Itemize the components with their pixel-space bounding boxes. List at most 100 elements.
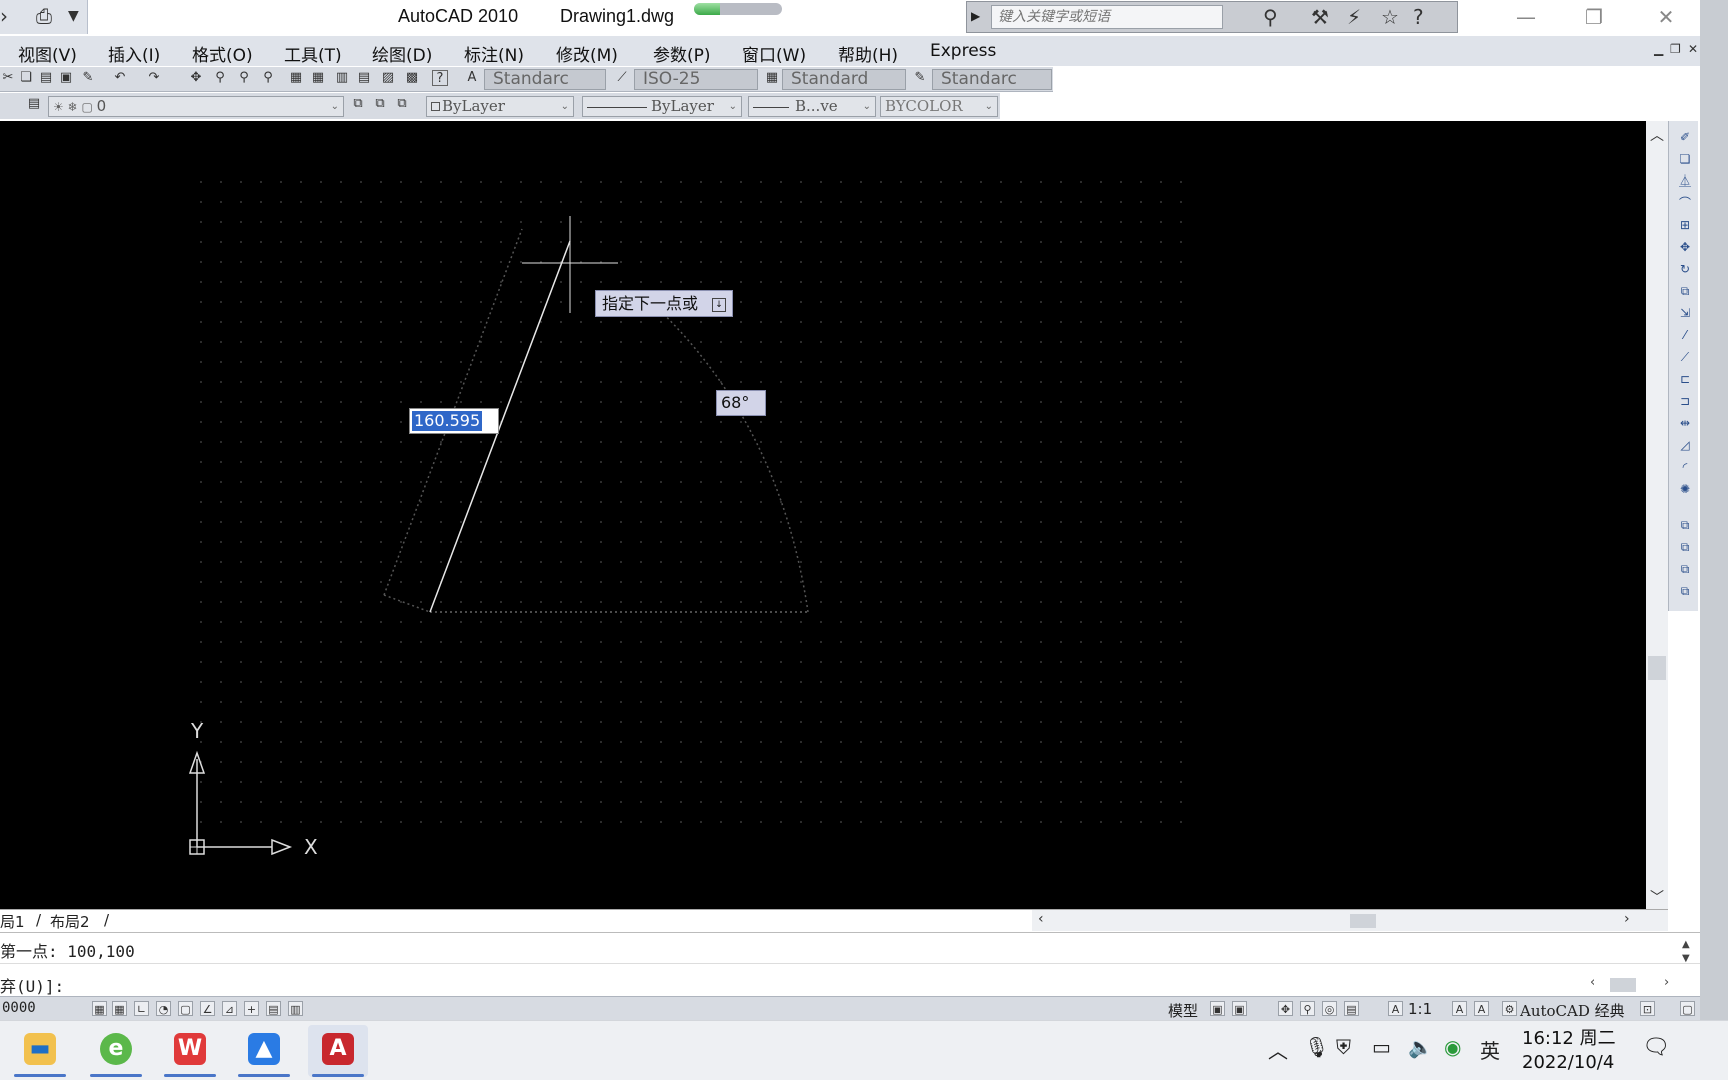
annotation-scale-icon[interactable]: A [1388,1001,1403,1016]
expand-arrow-icon[interactable]: ▶ [971,9,980,23]
input-language[interactable]: 英 [1480,1035,1500,1064]
taskbar-browser[interactable]: e [86,1025,146,1077]
break-at-point-icon[interactable]: ⊏ [1677,371,1693,387]
dropdown-arrow-icon[interactable]: ▼ [68,8,79,24]
redo-icon[interactable]: ↷ [146,70,162,86]
workspace-label[interactable]: AutoCAD 经典 [1520,1000,1625,1021]
tool-palettes-icon[interactable]: ▥ [334,70,350,86]
polar-tracking-icon[interactable]: ◔ [156,1001,171,1016]
quick-properties-icon[interactable]: ▥ [288,1001,303,1016]
command-window[interactable]: 第一点: 100,100 弃(U)]: ▲ ▼ ‹ › [0,932,1700,996]
taskbar-file-explorer[interactable]: ▬ [10,1025,70,1077]
vertical-scroll-thumb[interactable] [1648,656,1666,680]
layer-previous-icon[interactable]: ⧉ [372,96,388,112]
chamfer-icon[interactable]: ◿ [1677,437,1693,453]
text-style-select[interactable]: Standarc [484,69,606,90]
mdi-close-icon[interactable]: ✕ [1688,42,1698,56]
menu-dimension[interactable]: 标注(N) [464,41,524,66]
microphone-icon[interactable]: 🎙 [1304,1035,1329,1059]
menu-insert[interactable]: 插入(I) [108,41,160,66]
minimize-button[interactable]: — [1494,2,1558,32]
copy-base-icon[interactable]: ▣ [58,70,74,86]
table-style-icon[interactable]: ▦ [764,70,780,86]
paste-icon[interactable]: ▤ [38,70,54,86]
match-properties-icon[interactable]: ✎ [80,70,96,86]
redo-arrow-icon[interactable]: › [0,4,8,28]
scroll-left-icon[interactable]: ‹ [1038,911,1044,927]
menu-window[interactable]: 窗口(W) [742,41,806,66]
copy-icon[interactable]: ❏ [18,70,34,86]
help-icon[interactable]: ? [1413,5,1424,29]
notification-center-icon[interactable]: 🗨 [1642,1035,1670,1060]
sheet-set-icon[interactable]: ▤ [356,70,372,86]
scroll-down-icon[interactable]: ▼ [1682,953,1690,964]
workspace-gear-icon[interactable]: ⚙ [1502,1001,1517,1016]
design-center-icon[interactable]: ▦ [310,70,326,86]
properties-icon[interactable]: ▦ [288,70,304,86]
mdi-restore-icon[interactable]: ❐ [1670,42,1681,56]
rotate-icon[interactable]: ↻ [1677,261,1693,277]
join-icon[interactable]: ⇹ [1677,415,1693,431]
lineweight-select[interactable]: B...ve ⌄ [748,96,876,117]
extend-icon[interactable]: ⟋ [1677,349,1693,365]
dim-style-icon[interactable]: ⟋ [614,70,630,86]
steering-wheel-icon[interactable]: ◎ [1322,1001,1337,1016]
scroll-up-icon[interactable]: ▲ [1682,939,1690,950]
object-snap-icon[interactable]: ▢ [178,1001,193,1016]
drawing-canvas[interactable]: Y X 指定下一点或 ↓ 160.595 68° [0,121,1646,909]
command-vertical-scroll[interactable]: ▲ ▼ [1676,933,1700,997]
explode-icon[interactable]: ✺ [1677,481,1693,497]
trim-icon[interactable]: ⁄ [1677,327,1693,343]
break-icon[interactable]: ⊐ [1677,393,1693,409]
vertical-scrollbar[interactable]: ︿ ﹀ [1646,121,1668,909]
scroll-left-icon[interactable]: ‹ [1590,975,1595,990]
linetype-select[interactable]: ByLayer ⌄ [582,96,742,117]
color-select[interactable]: ByLayer ⌄ [426,96,574,117]
dynamic-input-icon[interactable]: + [244,1001,259,1016]
plotstyle-select[interactable]: BYCOLOR ⌄ [880,96,998,117]
restore-button[interactable]: ❐ [1562,2,1626,32]
clean-screen-icon[interactable]: ▢ [1680,1001,1695,1016]
show-hidden-icons-icon[interactable]: ︿ [1268,1035,1288,1064]
draw-order-back-icon[interactable]: ⧉ [1677,539,1693,555]
mdi-minimize-icon[interactable]: ▁ [1654,42,1663,56]
battery-icon[interactable]: ▭ [1372,1035,1391,1059]
model-space-label[interactable]: 模型 [1168,1000,1198,1021]
array-icon[interactable]: ⊞ [1677,217,1693,233]
quick-view-layouts-icon[interactable]: ▣ [1210,1001,1225,1016]
calculator-icon[interactable]: ▩ [404,70,420,86]
menu-parametric[interactable]: 参数(P) [653,41,711,66]
scroll-down-icon[interactable]: ﹀ [1650,887,1664,907]
system-clock[interactable]: 16:12 周二 2022/10/4 [1522,1027,1616,1075]
layer-state-icon[interactable]: ⧉ [394,96,410,112]
layer-manager-icon[interactable]: ▤ [26,96,42,112]
make-current-icon[interactable]: ⧉ [350,96,366,112]
pan-status-icon[interactable]: ✥ [1278,1001,1293,1016]
taskbar-wps[interactable]: W [160,1025,220,1077]
markup-icon[interactable]: ▨ [380,70,396,86]
offset-icon[interactable]: ⌒ [1677,195,1693,211]
zoom-status-icon[interactable]: ⚲ [1300,1001,1315,1016]
menu-express[interactable]: Express [930,41,996,61]
help-icon[interactable]: ? [432,70,448,86]
cut-icon[interactable]: ✂ [0,70,16,86]
move-icon[interactable]: ✥ [1677,239,1693,255]
bring-above-icon[interactable]: ⧉ [1677,561,1693,577]
tab-layout2[interactable]: 布局2 [50,911,90,932]
search-input[interactable] [991,5,1223,29]
menu-tools[interactable]: 工具(T) [284,41,342,66]
dim-style-select[interactable]: ISO-25 [634,69,758,90]
volume-icon[interactable]: 🔈 [1408,1035,1433,1059]
satellite-icon[interactable]: ⚡ [1347,5,1361,29]
zoom-realtime-icon[interactable]: ⚲ [212,70,228,86]
draw-order-front-icon[interactable]: ⧉ [1677,517,1693,533]
mirror-icon[interactable]: ⏅ [1677,173,1693,189]
binoculars-icon[interactable]: ⚲ [1263,5,1278,29]
menu-view[interactable]: 视图(V) [18,41,77,66]
fillet-icon[interactable]: ◜ [1677,459,1693,475]
lock-icon[interactable]: ⊡ [1640,1001,1655,1016]
quick-view-drawings-icon[interactable]: ▣ [1232,1001,1247,1016]
command-input-line[interactable]: 弃(U)]: [0,973,64,997]
layer-select[interactable]: ☀ ❄ ▢ 0 ⌄ [48,96,344,117]
copy-object-icon[interactable]: ❏ [1677,151,1693,167]
